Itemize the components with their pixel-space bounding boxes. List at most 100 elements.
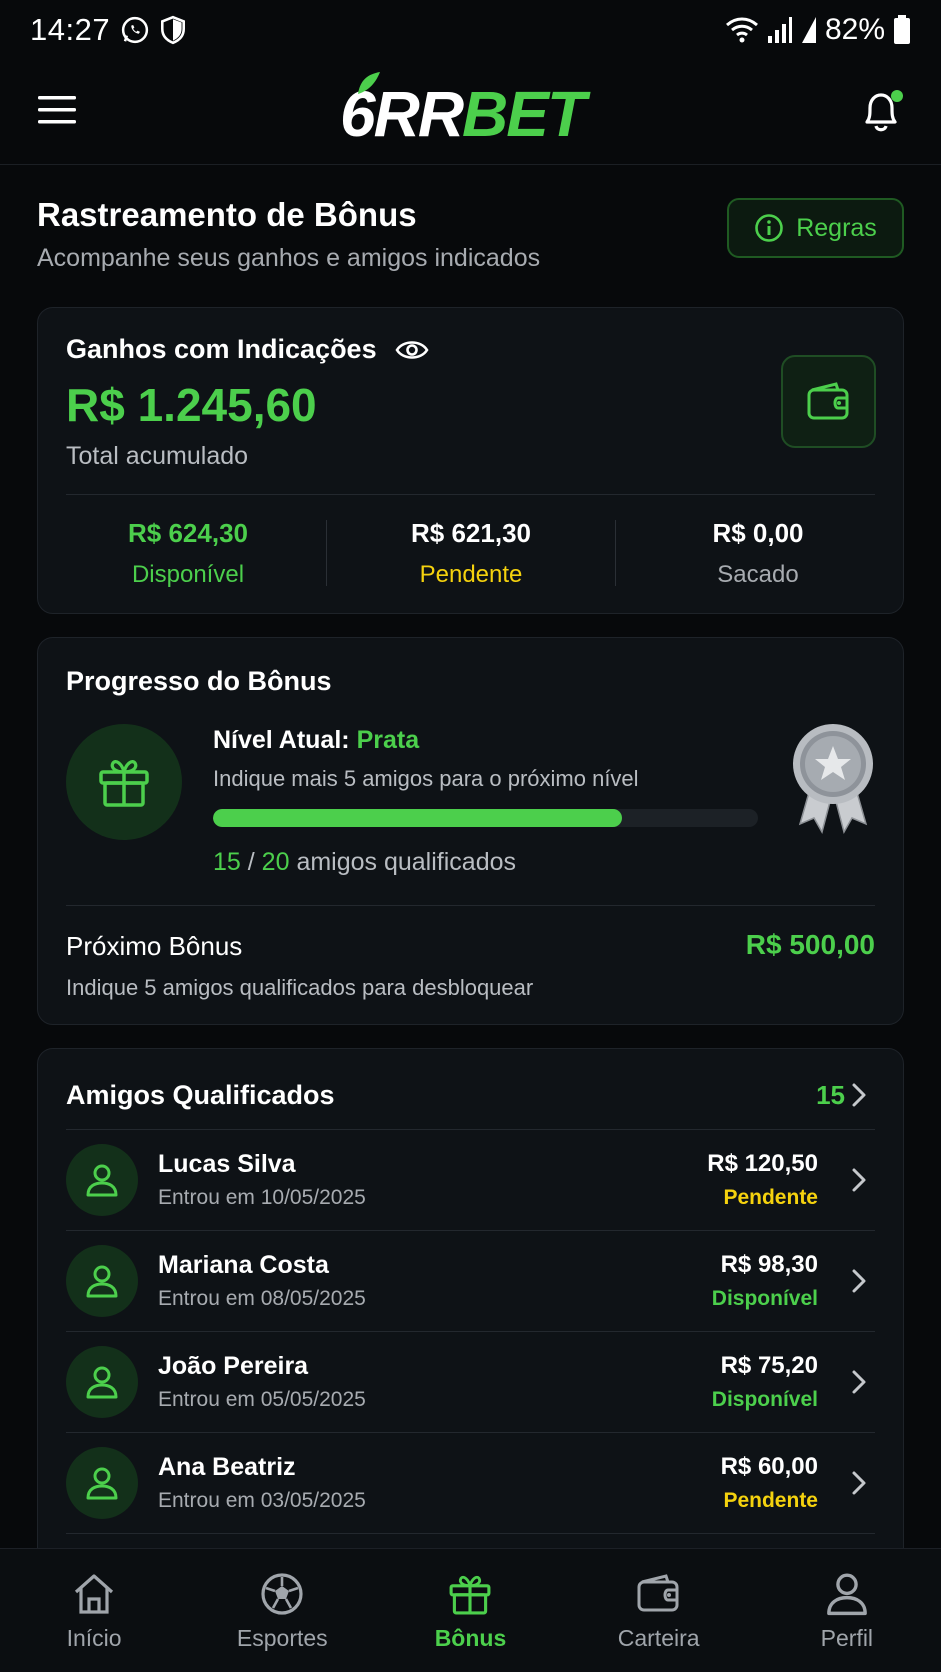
progress-suffix: amigos qualificados bbox=[296, 848, 517, 876]
stat-label: Disponível bbox=[131, 561, 245, 588]
current-level: Nível Atual: Prata bbox=[213, 726, 419, 755]
avatar bbox=[66, 1245, 138, 1317]
logo-letters: RR bbox=[373, 78, 464, 150]
wifi-icon bbox=[725, 17, 758, 43]
friend-row[interactable]: João Pereira Entrou em 05/05/2025 R$ 75,… bbox=[66, 1332, 875, 1433]
next-bonus-amount: R$ 500,00 bbox=[745, 929, 875, 960]
rules-button[interactable]: Regras bbox=[727, 198, 904, 258]
friend-name: Lucas Silva bbox=[158, 1150, 296, 1178]
avatar bbox=[66, 1144, 138, 1216]
silver-medal-icon bbox=[793, 724, 873, 834]
stat-separator bbox=[326, 520, 327, 586]
stat-withdrawn: R$ 0,00 Sacado bbox=[628, 518, 888, 589]
friend-row[interactable]: Ana Beatriz Entrou em 03/05/2025 R$ 60,0… bbox=[66, 1433, 875, 1534]
chevron-right-icon[interactable] bbox=[849, 1081, 869, 1109]
avatar bbox=[66, 1346, 138, 1418]
logo-leaf-icon bbox=[358, 72, 380, 94]
bell-icon bbox=[865, 90, 903, 132]
level-prefix: Nível Atual: bbox=[213, 726, 350, 754]
wallet-icon bbox=[807, 381, 848, 419]
stat-value: R$ 621,30 bbox=[411, 518, 531, 548]
progress-bar bbox=[213, 809, 758, 827]
gift-icon bbox=[99, 760, 149, 807]
home-icon bbox=[75, 1574, 114, 1614]
stat-label: Pendente bbox=[419, 561, 523, 588]
chevron-right-icon[interactable] bbox=[849, 1166, 869, 1194]
level-name: Prata bbox=[356, 726, 420, 754]
menu-icon[interactable] bbox=[36, 90, 80, 130]
rules-label: Regras bbox=[796, 213, 877, 242]
friend-name: Mariana Costa bbox=[158, 1251, 329, 1279]
stat-separator bbox=[615, 520, 616, 586]
shield-icon bbox=[161, 15, 186, 45]
stat-value: R$ 624,30 bbox=[128, 518, 248, 548]
signal-icon-secondary bbox=[801, 17, 816, 43]
nav-sports[interactable]: Esportes bbox=[188, 1549, 376, 1672]
wallet-button[interactable] bbox=[781, 355, 876, 448]
friend-amount: R$ 75,20 bbox=[720, 1352, 818, 1379]
friend-date: Entrou em 08/05/2025 bbox=[158, 1287, 366, 1310]
earnings-title: Ganhos com Indicações bbox=[66, 334, 377, 364]
stat-label: Sacado bbox=[717, 561, 799, 588]
user-icon bbox=[86, 1366, 118, 1399]
earnings-amount: R$ 1.245,60 bbox=[66, 379, 317, 431]
chevron-right-icon[interactable] bbox=[849, 1368, 869, 1396]
friend-status: Disponível bbox=[711, 1388, 818, 1411]
soccer-ball-icon bbox=[261, 1573, 303, 1615]
notifications-button[interactable] bbox=[859, 86, 905, 136]
stat-pending: R$ 621,30 Pendente bbox=[341, 518, 601, 589]
divider bbox=[66, 905, 875, 906]
divider bbox=[66, 494, 875, 495]
friend-row[interactable]: Lucas Silva Entrou em 10/05/2025 R$ 120,… bbox=[66, 1130, 875, 1231]
nav-profile[interactable]: Perfil bbox=[753, 1549, 941, 1672]
progress-current: 15 bbox=[213, 848, 241, 876]
progress-fill bbox=[213, 809, 622, 827]
friend-status: Pendente bbox=[723, 1489, 818, 1512]
friend-amount: R$ 98,30 bbox=[720, 1251, 818, 1278]
qualified-friends-title: Amigos Qualificados bbox=[66, 1079, 335, 1110]
gift-badge bbox=[66, 724, 182, 840]
wallet-icon bbox=[637, 1574, 679, 1612]
battery-percent: 82% bbox=[824, 13, 885, 46]
nav-label: Esportes bbox=[236, 1625, 328, 1651]
friend-name: Ana Beatriz bbox=[158, 1453, 296, 1481]
earnings-card: Ganhos com Indicações R$ 1.245,60 Total … bbox=[37, 307, 904, 614]
progress-separator: / bbox=[247, 848, 255, 876]
qualified-friends-count: 15 bbox=[816, 1079, 845, 1110]
nav-bonus[interactable]: Bônus bbox=[376, 1549, 564, 1672]
battery-icon bbox=[894, 15, 910, 44]
nav-label: Início bbox=[66, 1625, 122, 1651]
next-bonus-hint: Indique 5 amigos qualificados para desbl… bbox=[66, 975, 534, 1000]
logo-bet: BET bbox=[462, 78, 586, 150]
friend-date: Entrou em 05/05/2025 bbox=[158, 1388, 366, 1411]
brand-logo[interactable]: 6RRBET bbox=[340, 72, 610, 156]
info-icon bbox=[755, 214, 784, 242]
app-header: 6RRBET bbox=[0, 60, 941, 165]
status-bar: 14:27 82% bbox=[0, 0, 941, 60]
chevron-right-icon[interactable] bbox=[849, 1469, 869, 1497]
next-bonus-title: Próximo Bônus bbox=[66, 931, 243, 961]
friend-name: João Pereira bbox=[158, 1352, 309, 1380]
eye-icon[interactable] bbox=[395, 338, 429, 362]
friend-date: Entrou em 03/05/2025 bbox=[158, 1489, 366, 1512]
chevron-right-icon[interactable] bbox=[849, 1267, 869, 1295]
level-hint: Indique mais 5 amigos para o próximo nív… bbox=[213, 766, 639, 791]
stat-value: R$ 0,00 bbox=[712, 518, 804, 548]
nav-wallet[interactable]: Carteira bbox=[565, 1549, 753, 1672]
user-icon bbox=[86, 1164, 118, 1197]
progress-count: 15 / 20 amigos qualificados bbox=[213, 848, 516, 877]
gift-icon bbox=[450, 1575, 491, 1615]
friend-amount: R$ 120,50 bbox=[707, 1150, 818, 1177]
page-subtitle: Acompanhe seus ganhos e amigos indicados bbox=[37, 244, 541, 272]
nav-label: Bônus bbox=[434, 1625, 507, 1651]
nav-label: Perfil bbox=[820, 1625, 874, 1651]
avatar bbox=[66, 1447, 138, 1519]
user-icon bbox=[86, 1265, 118, 1298]
qualified-friends-header[interactable]: Amigos Qualificados 15 bbox=[66, 1073, 875, 1117]
earnings-total-label: Total acumulado bbox=[66, 442, 249, 470]
friend-amount: R$ 60,00 bbox=[720, 1453, 818, 1480]
nav-home[interactable]: Início bbox=[0, 1549, 188, 1672]
friend-row[interactable]: Mariana Costa Entrou em 08/05/2025 R$ 98… bbox=[66, 1231, 875, 1332]
status-time: 14:27 bbox=[30, 12, 111, 47]
user-icon bbox=[826, 1573, 867, 1616]
